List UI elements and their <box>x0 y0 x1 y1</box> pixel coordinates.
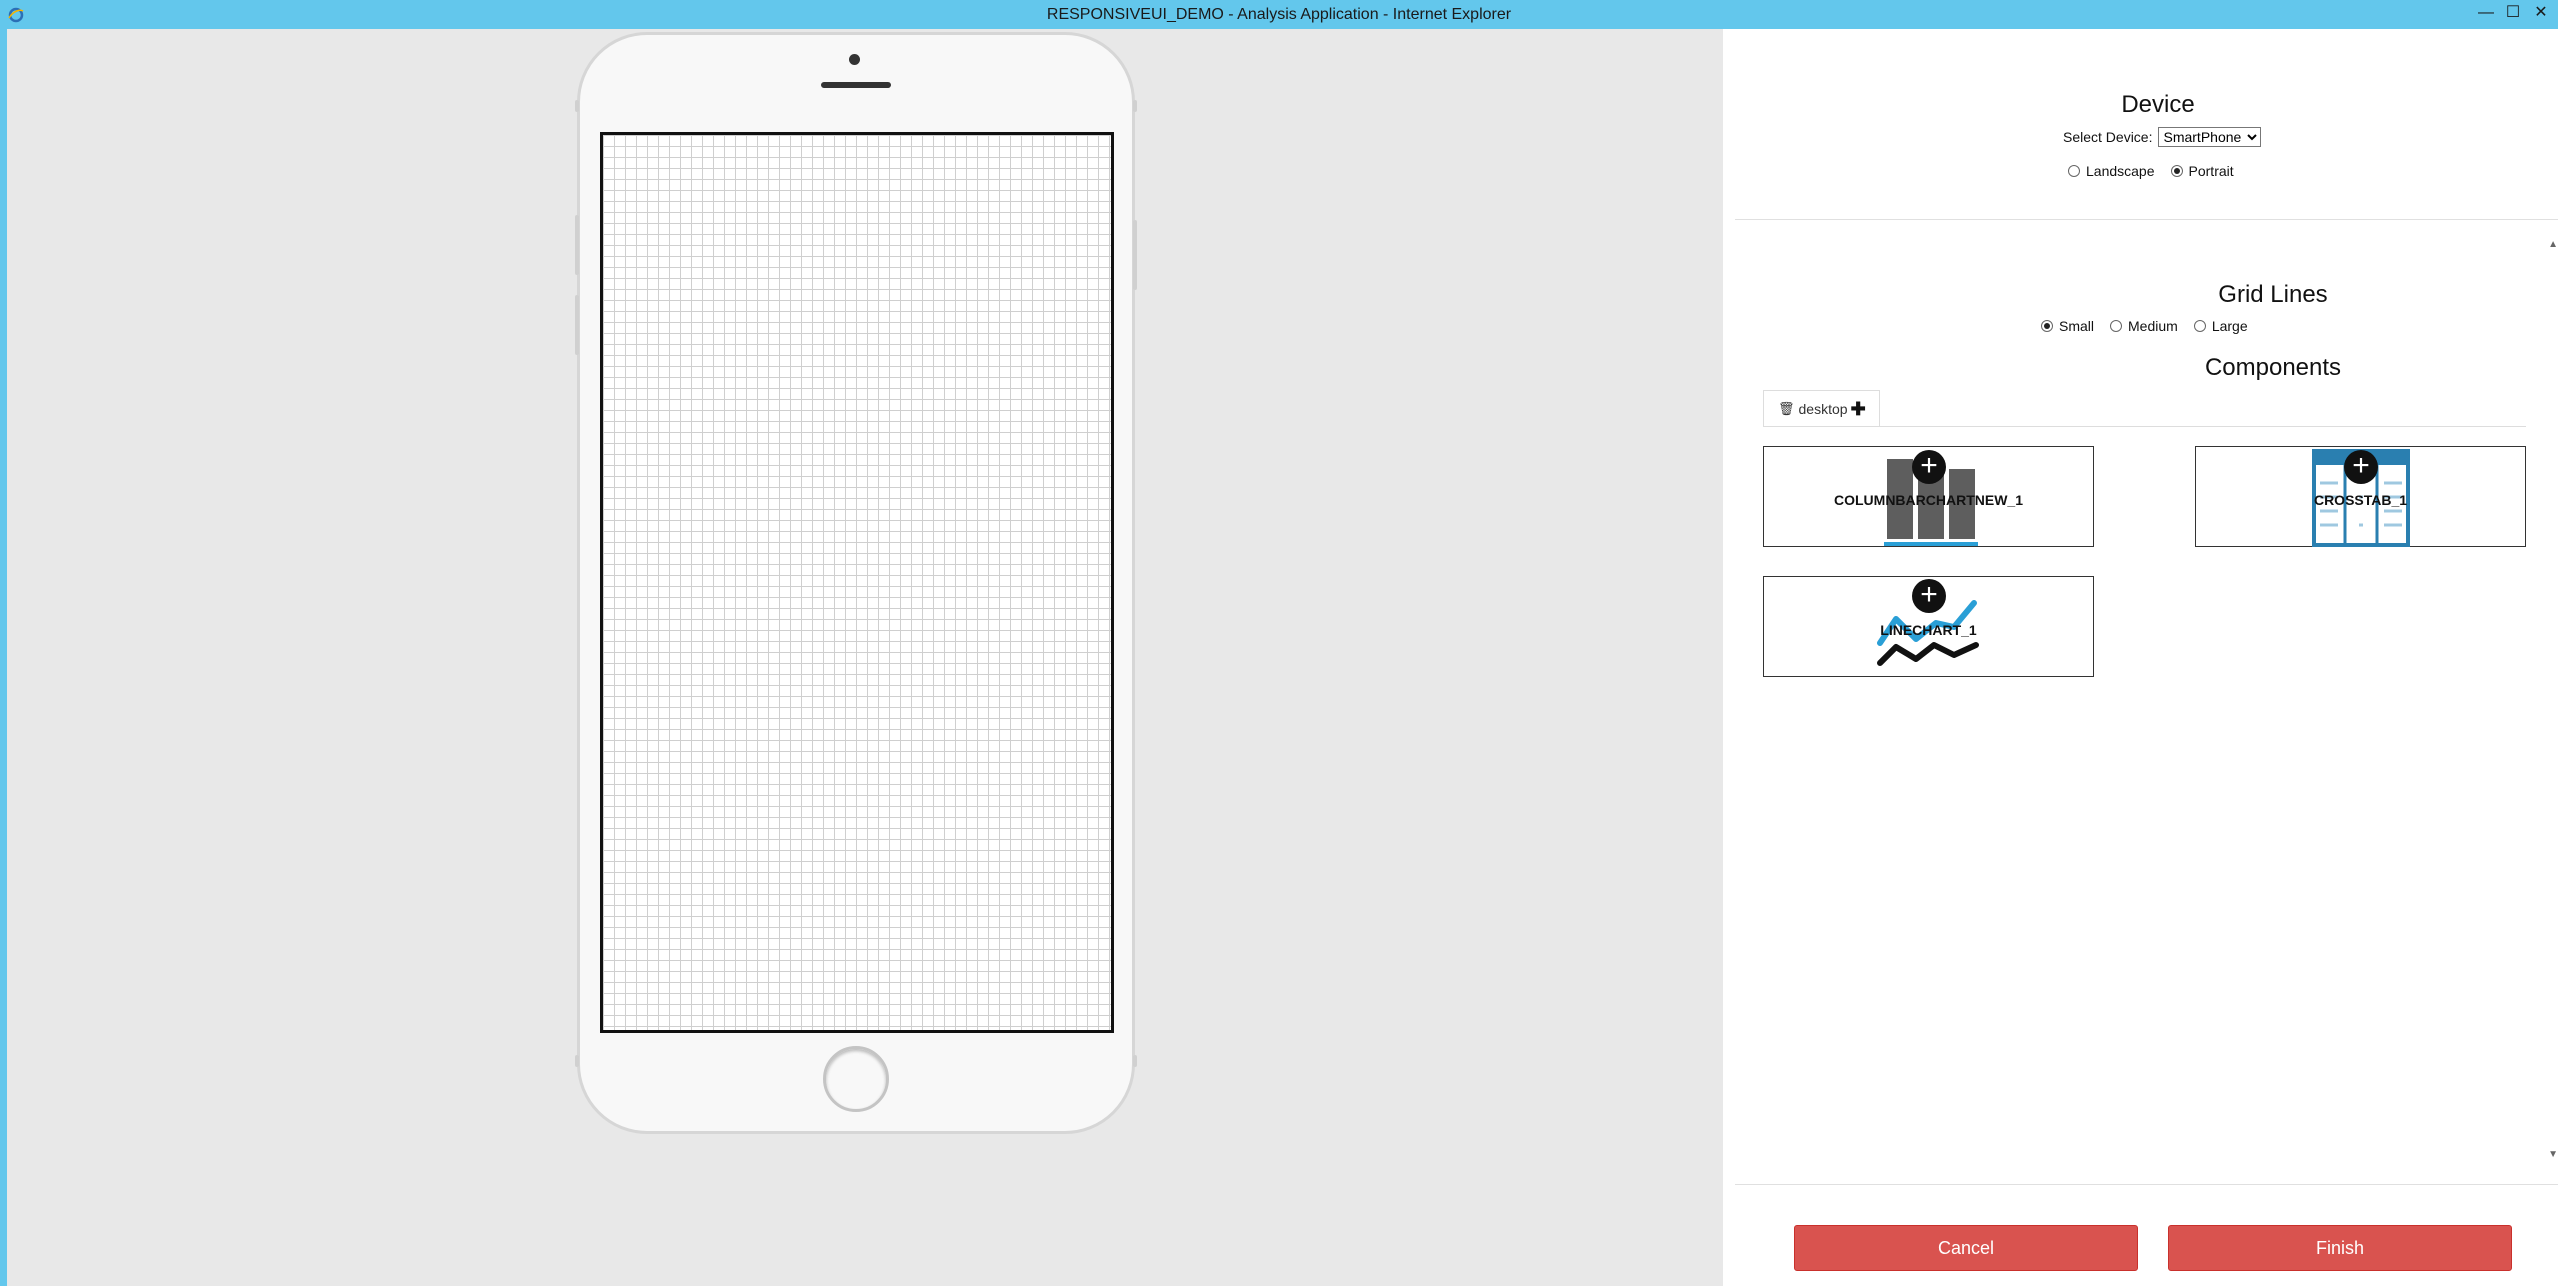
component-card-linechart[interactable]: + LINECHART_1 <box>1763 576 2094 677</box>
grid-medium[interactable]: Medium <box>2110 318 2178 334</box>
tab-desktop[interactable]: 🗑 desktop ✚ <box>1763 390 1880 427</box>
phone-side-button <box>575 1055 579 1067</box>
portrait-radio[interactable] <box>2170 165 2183 177</box>
scroll-up-icon[interactable]: ▲ <box>2548 239 2558 250</box>
orientation-group: Landscape Portrait <box>2068 163 2250 179</box>
grid-medium-label: Medium <box>2128 318 2178 334</box>
tab-desktop-label: desktop <box>1798 401 1848 417</box>
components-heading: Components <box>2204 354 2342 381</box>
phone-side-button <box>1133 1055 1137 1067</box>
cancel-button[interactable]: Cancel <box>1794 1225 2138 1271</box>
device-select-row: Select Device: SmartPhone <box>2063 127 2262 147</box>
select-device-label: Select Device: <box>2063 129 2153 145</box>
window-frame-left <box>0 29 7 1286</box>
tab-underline <box>1763 426 2526 427</box>
scroll-down-icon[interactable]: ▼ <box>2548 1149 2558 1160</box>
phone-side-button <box>575 295 579 355</box>
component-card-crosstab[interactable]: + CROSSTAB_1 <box>2195 446 2526 547</box>
divider <box>1735 219 2558 220</box>
portrait-label: Portrait <box>2188 163 2234 179</box>
close-window-button[interactable]: ✕ <box>2530 2 2552 24</box>
maximize-button[interactable]: ☐ <box>2502 2 2524 24</box>
phone-speaker <box>821 82 891 88</box>
component-label: LINECHART_1 <box>1880 622 1977 638</box>
grid-size-group: Small Medium Large <box>2041 318 2264 334</box>
grid-medium-radio[interactable] <box>2110 320 2123 332</box>
divider <box>1735 1184 2558 1185</box>
trash-icon[interactable]: 🗑 <box>1778 401 1795 417</box>
finish-button[interactable]: Finish <box>2168 1225 2512 1271</box>
grid-small-label: Small <box>2059 318 2095 334</box>
phone-side-button <box>575 215 579 275</box>
device-heading: Device <box>2121 91 2195 118</box>
phone-screen-grid[interactable] <box>600 132 1114 1033</box>
orientation-portrait[interactable]: Portrait <box>2170 163 2234 179</box>
add-component-icon[interactable]: + <box>2344 450 2378 484</box>
component-card-columnbarchart[interactable]: + COLUMNBARCHARTNEW_1 <box>1763 446 2094 547</box>
add-component-icon[interactable]: + <box>1912 579 1946 613</box>
phone-home-button <box>823 1046 889 1112</box>
phone-camera <box>849 54 860 65</box>
phone-side-button <box>575 100 579 112</box>
grid-small[interactable]: Small <box>2041 318 2094 334</box>
grid-small-radio[interactable] <box>2041 320 2053 332</box>
grid-large-radio[interactable] <box>2193 320 2206 332</box>
grid-large[interactable]: Large <box>2193 318 2248 334</box>
phone-side-button <box>1133 220 1137 290</box>
settings-panel: ▲ ▼ Device Select Device: SmartPhone Lan… <box>1723 29 2558 1286</box>
window-titlebar: RESPONSIVEUI_DEMO - Analysis Application… <box>0 0 2558 29</box>
device-select[interactable]: SmartPhone <box>2158 127 2262 147</box>
component-label: COLUMNBARCHARTNEW_1 <box>1834 492 2023 508</box>
landscape-radio[interactable] <box>2068 165 2080 177</box>
add-tab-icon[interactable]: ✚ <box>1851 399 1866 420</box>
grid-large-label: Large <box>2211 318 2248 334</box>
phone-side-button <box>1133 100 1137 112</box>
landscape-label: Landscape <box>2086 163 2155 179</box>
grid-lines-heading: Grid Lines <box>2218 281 2328 308</box>
component-label: CROSSTAB_1 <box>2313 492 2408 508</box>
orientation-landscape[interactable]: Landscape <box>2068 163 2155 179</box>
minimize-button[interactable]: — <box>2475 2 2497 24</box>
add-component-icon[interactable]: + <box>1912 450 1946 484</box>
window-title: RESPONSIVEUI_DEMO - Analysis Application… <box>1046 6 1512 23</box>
